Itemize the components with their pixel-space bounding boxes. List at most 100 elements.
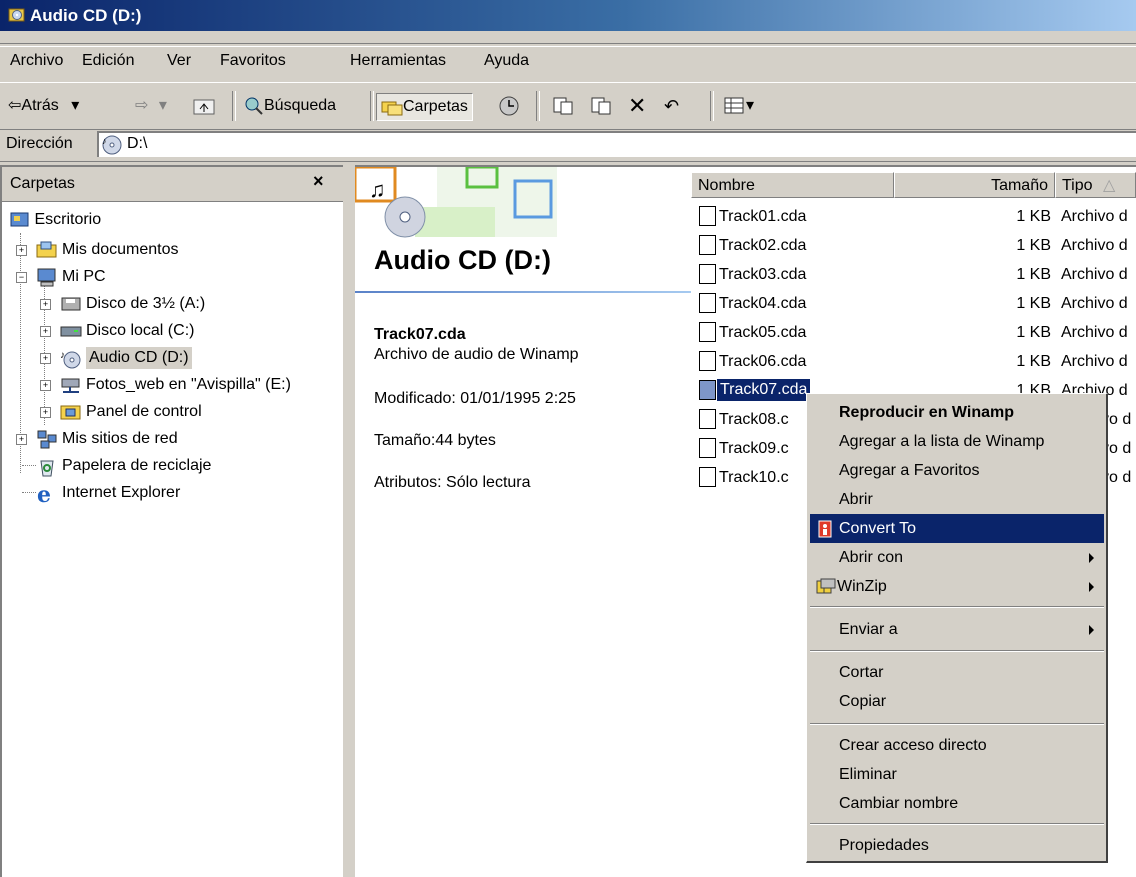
expand-icon[interactable]: + <box>16 434 27 445</box>
file-name: Track08.c <box>719 411 789 428</box>
pane-splitter[interactable] <box>343 165 355 877</box>
audio-cd-banner-art: ♫ <box>355 167 557 238</box>
address-field[interactable]: ♪ D:\ <box>97 131 1136 157</box>
column-header-name[interactable]: Nombre <box>691 172 894 198</box>
submenu-arrow-icon <box>1089 553 1094 563</box>
menu-herramientas[interactable]: Herramientas <box>350 52 446 70</box>
column-header-type[interactable]: Tipo △ <box>1055 172 1136 198</box>
cda-file-icon <box>699 206 716 226</box>
file-type: Archivo d <box>1061 266 1128 283</box>
menu-item-label: Copiar <box>839 693 887 710</box>
desktop-icon <box>10 212 29 227</box>
file-name: Track02.cda <box>719 237 807 254</box>
menu-item-eliminar[interactable]: Eliminar <box>810 760 1104 789</box>
forward-button[interactable]: ⇨ ▾ <box>135 93 167 119</box>
forward-dropdown-icon[interactable]: ▾ <box>159 97 167 114</box>
column-header-size[interactable]: Tamaño <box>894 172 1055 198</box>
menu-item-cortar[interactable]: Cortar <box>810 658 1104 687</box>
tree-item-escritorio[interactable]: Escritorio <box>10 207 101 233</box>
close-icon[interactable]: × <box>313 171 324 192</box>
menu-archivo[interactable]: Archivo <box>10 52 63 70</box>
delete-button[interactable]: ✕ <box>628 93 646 119</box>
menu-item-agregar-lista-winamp[interactable]: Agregar a la lista de Winamp <box>810 427 1104 456</box>
tree-line <box>22 465 36 466</box>
menu-item-label: WinZip <box>837 578 887 595</box>
selected-file-type: Archivo de audio de Winamp <box>374 346 579 363</box>
recycle-bin-icon <box>40 460 54 477</box>
file-name: Track01.cda <box>719 208 807 225</box>
copy-to-icon <box>591 97 611 115</box>
menu-item-agregar-favoritos[interactable]: Agregar a Favoritos <box>810 456 1104 485</box>
expand-icon[interactable]: + <box>40 326 51 337</box>
list-item[interactable]: Track02.cda 1 KB Archivo d <box>691 231 1136 260</box>
expand-icon[interactable]: + <box>40 380 51 391</box>
expand-icon[interactable]: + <box>40 299 51 310</box>
cda-file-icon <box>699 438 716 458</box>
back-button[interactable]: ⇦Atrás ▾ <box>8 93 79 119</box>
file-size: 1 KB <box>1016 353 1051 370</box>
file-name: Track03.cda <box>719 266 807 283</box>
file-name: Track09.c <box>719 440 789 457</box>
expand-icon[interactable]: + <box>40 353 51 364</box>
menu-item-copiar[interactable]: Copiar <box>810 687 1104 716</box>
history-button[interactable] <box>498 93 520 119</box>
expand-icon[interactable]: + <box>40 407 51 418</box>
list-item[interactable]: Track03.cda 1 KB Archivo d <box>691 260 1136 289</box>
menu-item-label: Agregar a Favoritos <box>839 462 980 479</box>
audio-cd-icon: ♪ <box>60 350 81 369</box>
views-button[interactable]: ▾ <box>724 93 754 119</box>
tree-item-label: Fotos_web en "Avispilla" (E:) <box>86 376 291 393</box>
move-to-button[interactable] <box>552 93 574 119</box>
history-icon <box>499 96 519 116</box>
menu-item-label: Eliminar <box>839 766 897 783</box>
menu-edicion[interactable]: Edición <box>82 52 134 70</box>
menu-item-reproducir-winamp[interactable]: Reproducir en Winamp <box>810 398 1104 427</box>
menu-ver[interactable]: Ver <box>167 52 191 70</box>
copy-to-button[interactable] <box>590 93 612 119</box>
network-drive-icon <box>61 378 80 393</box>
file-size: 1 KB <box>1016 237 1051 254</box>
menu-item-convert-to[interactable]: Convert To <box>810 514 1104 543</box>
tree-item-label: Papelera de reciclaje <box>62 457 212 474</box>
menu-item-enviar-a[interactable]: Enviar a <box>810 615 1104 644</box>
tree-item-label: Audio CD (D:) <box>86 347 192 369</box>
list-item[interactable]: Track01.cda 1 KB Archivo d <box>691 202 1136 231</box>
back-dropdown-icon[interactable]: ▾ <box>71 97 79 114</box>
expand-icon[interactable]: + <box>16 245 27 256</box>
up-folder-button[interactable] <box>192 93 216 119</box>
folders-button[interactable]: Carpetas <box>376 93 473 121</box>
cda-file-icon <box>699 293 716 313</box>
documents-folder-icon <box>36 241 57 258</box>
menu-favoritos[interactable]: Favoritos <box>220 52 286 70</box>
file-type: Archivo d <box>1061 208 1128 225</box>
title-bar[interactable]: Audio CD (D:) <box>0 0 1136 31</box>
file-name: Track04.cda <box>719 295 807 312</box>
selected-file-size: Tamaño:44 bytes <box>374 432 496 449</box>
selected-file-name: Track07.cda <box>374 326 466 343</box>
undo-button[interactable]: ↶ <box>664 93 679 119</box>
tree-item-label: Mis documentos <box>62 241 179 258</box>
toolbar-separator <box>232 91 236 121</box>
cda-file-icon <box>699 235 716 255</box>
list-item[interactable]: Track05.cda 1 KB Archivo d <box>691 318 1136 347</box>
svg-text:♫: ♫ <box>369 177 386 202</box>
back-arrow-icon: ⇦ <box>8 97 22 114</box>
folders-icon <box>381 101 403 116</box>
menu-item-cambiar-nombre[interactable]: Cambiar nombre <box>810 789 1104 818</box>
collapse-icon[interactable]: − <box>16 272 27 283</box>
menu-ayuda[interactable]: Ayuda <box>484 52 529 70</box>
menu-item-crear-acceso-directo[interactable]: Crear acceso directo <box>810 731 1104 760</box>
file-type: Archivo d <box>1061 353 1128 370</box>
menu-item-abrir[interactable]: Abrir <box>810 485 1104 514</box>
search-button[interactable]: Búsqueda <box>244 93 336 119</box>
submenu-arrow-icon <box>1089 625 1094 635</box>
delete-icon: ✕ <box>628 93 647 118</box>
title-underline <box>355 291 691 293</box>
list-item[interactable]: Track06.cda 1 KB Archivo d <box>691 347 1136 376</box>
menu-item-winzip[interactable]: WinZip <box>810 572 1104 601</box>
views-icon <box>724 97 744 114</box>
list-item[interactable]: Track04.cda 1 KB Archivo d <box>691 289 1136 318</box>
menu-item-propiedades[interactable]: Propiedades <box>810 831 1104 860</box>
file-type: Archivo d <box>1061 324 1128 341</box>
menu-item-abrir-con[interactable]: Abrir con <box>810 543 1104 572</box>
